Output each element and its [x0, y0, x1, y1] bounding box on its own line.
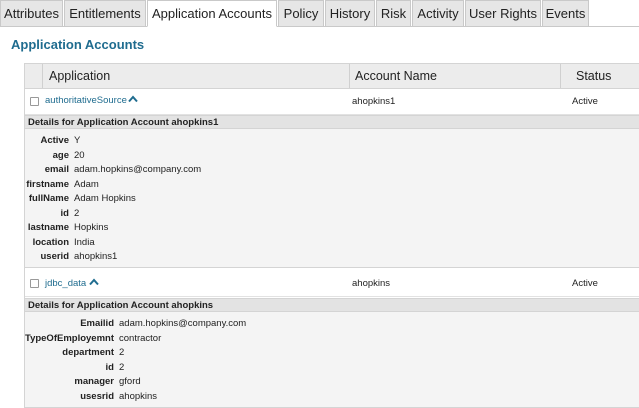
details-title: Details for Application Account ahopkins…: [28, 117, 219, 128]
table-row[interactable]: authoritativeSource ahopkins1 Active: [25, 89, 639, 115]
details-header: Details for Application Account ahopkins: [25, 298, 639, 312]
detail-value: ahopkins1: [74, 251, 118, 262]
detail-key: id: [60, 207, 69, 219]
detail-key: id: [105, 361, 114, 373]
tab-underline-right: [277, 26, 639, 27]
detail-key: Active: [40, 135, 69, 146]
detail-key: department: [62, 347, 114, 358]
detail-key: Emailid: [80, 318, 114, 329]
detail-value: Hopkins: [74, 222, 109, 233]
column-separator: [42, 64, 43, 88]
row-checkbox[interactable]: [30, 279, 39, 288]
detail-value: adam.hopkins@company.com: [74, 164, 202, 175]
detail-key: lastname: [27, 222, 69, 233]
column-header-account-name[interactable]: Account Name: [355, 64, 437, 88]
tab-events[interactable]: Events: [542, 0, 589, 27]
column-header-status[interactable]: Status: [576, 64, 611, 88]
detail-row: department 2: [25, 347, 639, 362]
tab-history[interactable]: History: [325, 0, 375, 27]
tab-application-accounts[interactable]: Application Accounts: [147, 0, 277, 27]
detail-value: 20: [74, 149, 85, 161]
tab-underline-left: [0, 26, 147, 27]
details-title: Details for Application Account ahopkins: [28, 300, 214, 311]
detail-row: location India: [25, 237, 639, 252]
page-title: Application Accounts: [11, 37, 145, 52]
account-name: ahopkins: [352, 278, 391, 289]
application-link[interactable]: authoritativeSource: [45, 95, 127, 106]
detail-value: adam.hopkins@company.com: [119, 318, 247, 329]
tab-risk[interactable]: Risk: [376, 0, 411, 27]
accounts-table: Application Account Name Status authorit…: [24, 63, 639, 408]
detail-row: email adam.hopkins@company.com: [25, 164, 639, 179]
detail-key: fullName: [28, 193, 69, 204]
chevron-up-icon[interactable]: [89, 278, 99, 286]
detail-row: userid ahopkins1: [25, 251, 639, 266]
tab-activity[interactable]: Activity: [412, 0, 464, 27]
tab-user-rights[interactable]: User Rights: [465, 0, 541, 27]
detail-key: location: [32, 236, 69, 248]
tab-policy[interactable]: Policy: [278, 0, 324, 27]
detail-value: Y: [74, 135, 81, 146]
detail-row: Active Y: [25, 135, 639, 150]
account-details-panel: Details for Application Account ahopkins…: [25, 115, 639, 268]
detail-row: usesrid ahopkins: [25, 391, 639, 406]
detail-key: usesrid: [80, 390, 114, 402]
detail-key: TypeOfEmployemnt: [24, 332, 114, 344]
tab-attributes[interactable]: Attributes: [0, 0, 63, 27]
detail-row: fullName Adam Hopkins: [25, 193, 639, 208]
detail-row: id 2: [25, 362, 639, 377]
detail-row: id 2: [25, 208, 639, 223]
details-header: Details for Application Account ahopkins…: [25, 115, 639, 129]
detail-key: firstname: [26, 178, 69, 190]
detail-value: contractor: [119, 332, 162, 344]
detail-key: email: [44, 164, 69, 175]
detail-value: Adam Hopkins: [74, 193, 136, 204]
application-link[interactable]: jdbc_data: [45, 278, 86, 289]
detail-row: lastname Hopkins: [25, 222, 639, 237]
detail-key: age: [52, 149, 69, 161]
table-row[interactable]: jdbc_data ahopkins Active: [25, 270, 639, 297]
chevron-up-icon[interactable]: [128, 95, 138, 103]
column-separator: [349, 64, 350, 88]
account-status: Active: [572, 278, 598, 289]
column-separator: [560, 64, 561, 88]
column-header-application[interactable]: Application: [49, 64, 110, 88]
tab-entitlements[interactable]: Entitlements: [64, 0, 146, 27]
detail-row: Emailid adam.hopkins@company.com: [25, 318, 639, 333]
detail-row: TypeOfEmployemnt contractor: [25, 333, 639, 348]
detail-value: ahopkins: [119, 390, 158, 402]
detail-key: manager: [74, 376, 114, 387]
detail-value: India: [74, 236, 95, 248]
detail-row: age 20: [25, 150, 639, 165]
tab-bar: Attributes Entitlements Application Acco…: [0, 0, 639, 27]
account-details-panel: Details for Application Account ahopkins…: [25, 298, 639, 408]
detail-value: Adam: [74, 178, 99, 190]
detail-value: 2: [74, 207, 80, 219]
table-header: Application Account Name Status: [25, 63, 639, 89]
row-checkbox[interactable]: [30, 97, 39, 106]
detail-row: manager gford: [25, 376, 639, 391]
detail-value: 2: [119, 347, 125, 358]
detail-value: gford: [119, 376, 141, 387]
detail-key: userid: [40, 251, 69, 262]
detail-row: firstname Adam: [25, 179, 639, 194]
account-status: Active: [572, 96, 598, 107]
account-name: ahopkins1: [352, 96, 396, 107]
detail-value: 2: [119, 361, 125, 373]
